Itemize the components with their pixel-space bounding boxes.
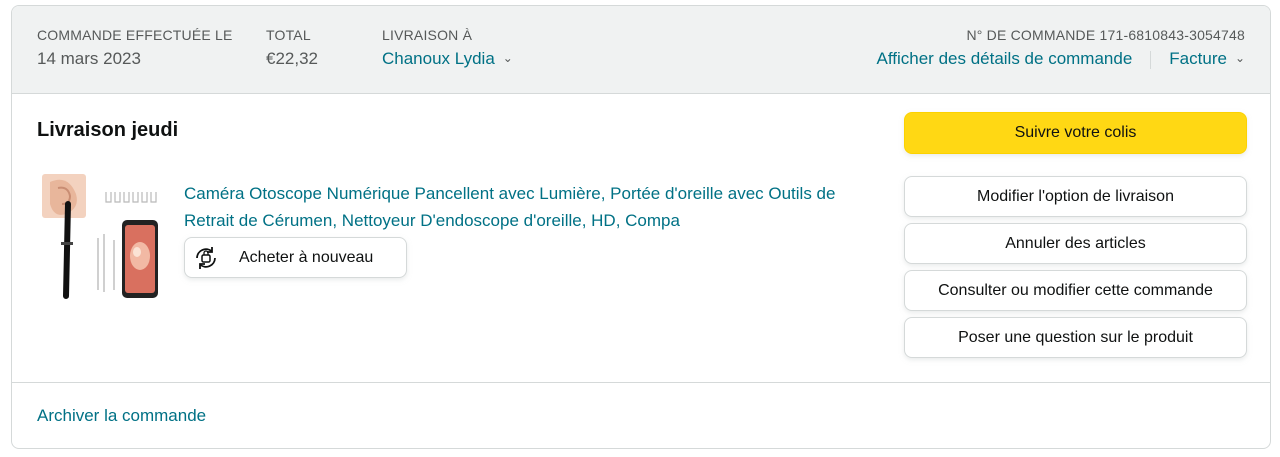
order-links: Afficher des détails de commande Facture ⌄ bbox=[877, 49, 1245, 69]
otoscope-product-image bbox=[42, 174, 158, 299]
order-header: COMMANDE EFFECTUÉE LE 14 mars 2023 TOTAL… bbox=[12, 6, 1270, 94]
cancel-items-button[interactable]: Annuler des articles bbox=[904, 223, 1247, 264]
reorder-cycle-icon bbox=[189, 241, 223, 275]
order-date-label: COMMANDE EFFECTUÉE LE bbox=[37, 27, 233, 43]
delivery-status-title: Livraison jeudi bbox=[37, 119, 179, 141]
buy-again-button[interactable]: Acheter à nouveau bbox=[184, 237, 407, 278]
order-number: N° DE COMMANDE 171-6810843-3054748 bbox=[966, 27, 1245, 43]
order-date-value: 14 mars 2023 bbox=[37, 49, 141, 68]
chevron-down-icon: ⌄ bbox=[1234, 51, 1245, 65]
archive-order-link[interactable]: Archiver la commande bbox=[37, 406, 206, 426]
order-total-value: €22,32 bbox=[266, 49, 318, 68]
order-number-block: N° DE COMMANDE 171-6810843-3054748 Affic… bbox=[877, 27, 1245, 69]
order-total-column: TOTAL €22,32 bbox=[266, 27, 318, 69]
footer-divider bbox=[12, 382, 1270, 383]
order-card: COMMANDE EFFECTUÉE LE 14 mars 2023 TOTAL… bbox=[11, 5, 1271, 449]
view-edit-order-button[interactable]: Consulter ou modifier cette commande bbox=[904, 270, 1247, 311]
ship-to-label: LIVRAISON À bbox=[382, 27, 473, 43]
product-title-link[interactable]: Caméra Otoscope Numérique Pancellent ave… bbox=[184, 180, 864, 234]
order-total-label: TOTAL bbox=[266, 27, 311, 43]
invoice-label: Facture bbox=[1169, 49, 1227, 68]
order-date-column: COMMANDE EFFECTUÉE LE 14 mars 2023 bbox=[37, 27, 233, 69]
ship-to-name: Chanoux Lydia bbox=[382, 49, 495, 68]
invoice-dropdown[interactable]: Facture ⌄ bbox=[1169, 49, 1245, 68]
change-delivery-option-button[interactable]: Modifier l'option de livraison bbox=[904, 176, 1247, 217]
buy-again-label: Acheter à nouveau bbox=[239, 248, 374, 266]
chevron-down-icon: ⌄ bbox=[502, 51, 513, 65]
ask-product-question-button[interactable]: Poser une question sur le produit bbox=[904, 317, 1247, 358]
track-package-button[interactable]: Suivre votre colis bbox=[904, 112, 1247, 154]
ship-to-column: LIVRAISON À Chanoux Lydia ⌄ bbox=[382, 27, 513, 69]
product-image[interactable] bbox=[40, 174, 160, 299]
order-details-link[interactable]: Afficher des détails de commande bbox=[877, 49, 1133, 68]
ship-to-dropdown[interactable]: Chanoux Lydia ⌄ bbox=[382, 49, 513, 69]
link-divider bbox=[1150, 50, 1152, 69]
